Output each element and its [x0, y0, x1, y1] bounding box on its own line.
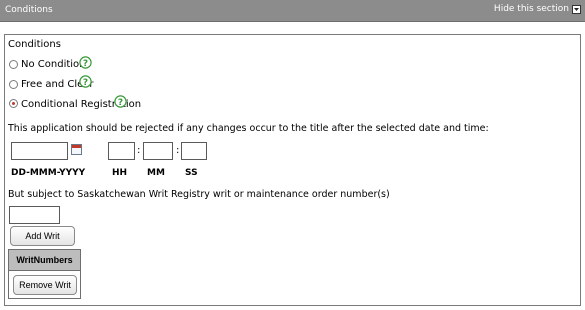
conditional-registration-radio[interactable] — [9, 99, 18, 108]
table-row: Remove Writ — [8, 271, 81, 299]
hide-section-toggle[interactable]: Hide this section — [494, 4, 581, 14]
panel-heading: Conditions — [8, 39, 61, 50]
hh-label: HH — [112, 168, 128, 178]
writ-number-input[interactable] — [9, 206, 60, 224]
svg-text:?: ? — [83, 59, 88, 69]
hide-section-label[interactable]: Hide this section — [494, 4, 569, 14]
second-input[interactable] — [181, 142, 207, 160]
remove-writ-button[interactable]: Remove Writ — [13, 275, 77, 295]
svg-text:?: ? — [118, 98, 123, 108]
mm-label: MM — [147, 168, 165, 178]
help-icon[interactable]: ? — [79, 56, 92, 69]
date-format-label: DD-MMM-YYYY — [11, 168, 86, 178]
minute-input[interactable] — [143, 142, 173, 160]
time-separator: : — [137, 145, 141, 156]
no-conditions-radio[interactable] — [9, 60, 18, 69]
conditions-panel: Conditions No Conditions ? Free and Clea… — [4, 34, 581, 306]
ss-label: SS — [185, 168, 198, 178]
writ-numbers-header: WritNumbers — [8, 249, 81, 271]
reject-instruction: This application should be rejected if a… — [8, 123, 489, 134]
time-separator: : — [176, 145, 180, 156]
svg-text:?: ? — [83, 78, 88, 88]
collapse-icon[interactable] — [572, 4, 581, 14]
hour-input[interactable] — [108, 142, 135, 160]
help-icon[interactable]: ? — [114, 95, 127, 108]
help-icon[interactable]: ? — [79, 75, 92, 88]
calendar-icon[interactable] — [71, 144, 82, 155]
free-and-clear-radio[interactable] — [9, 80, 18, 89]
writ-instruction: But subject to Saskatchewan Writ Registr… — [8, 189, 390, 200]
date-input[interactable] — [11, 142, 68, 160]
add-writ-button[interactable]: Add Writ — [10, 226, 75, 246]
section-title: Conditions — [5, 5, 53, 15]
section-header: Conditions Hide this section — [0, 0, 585, 22]
